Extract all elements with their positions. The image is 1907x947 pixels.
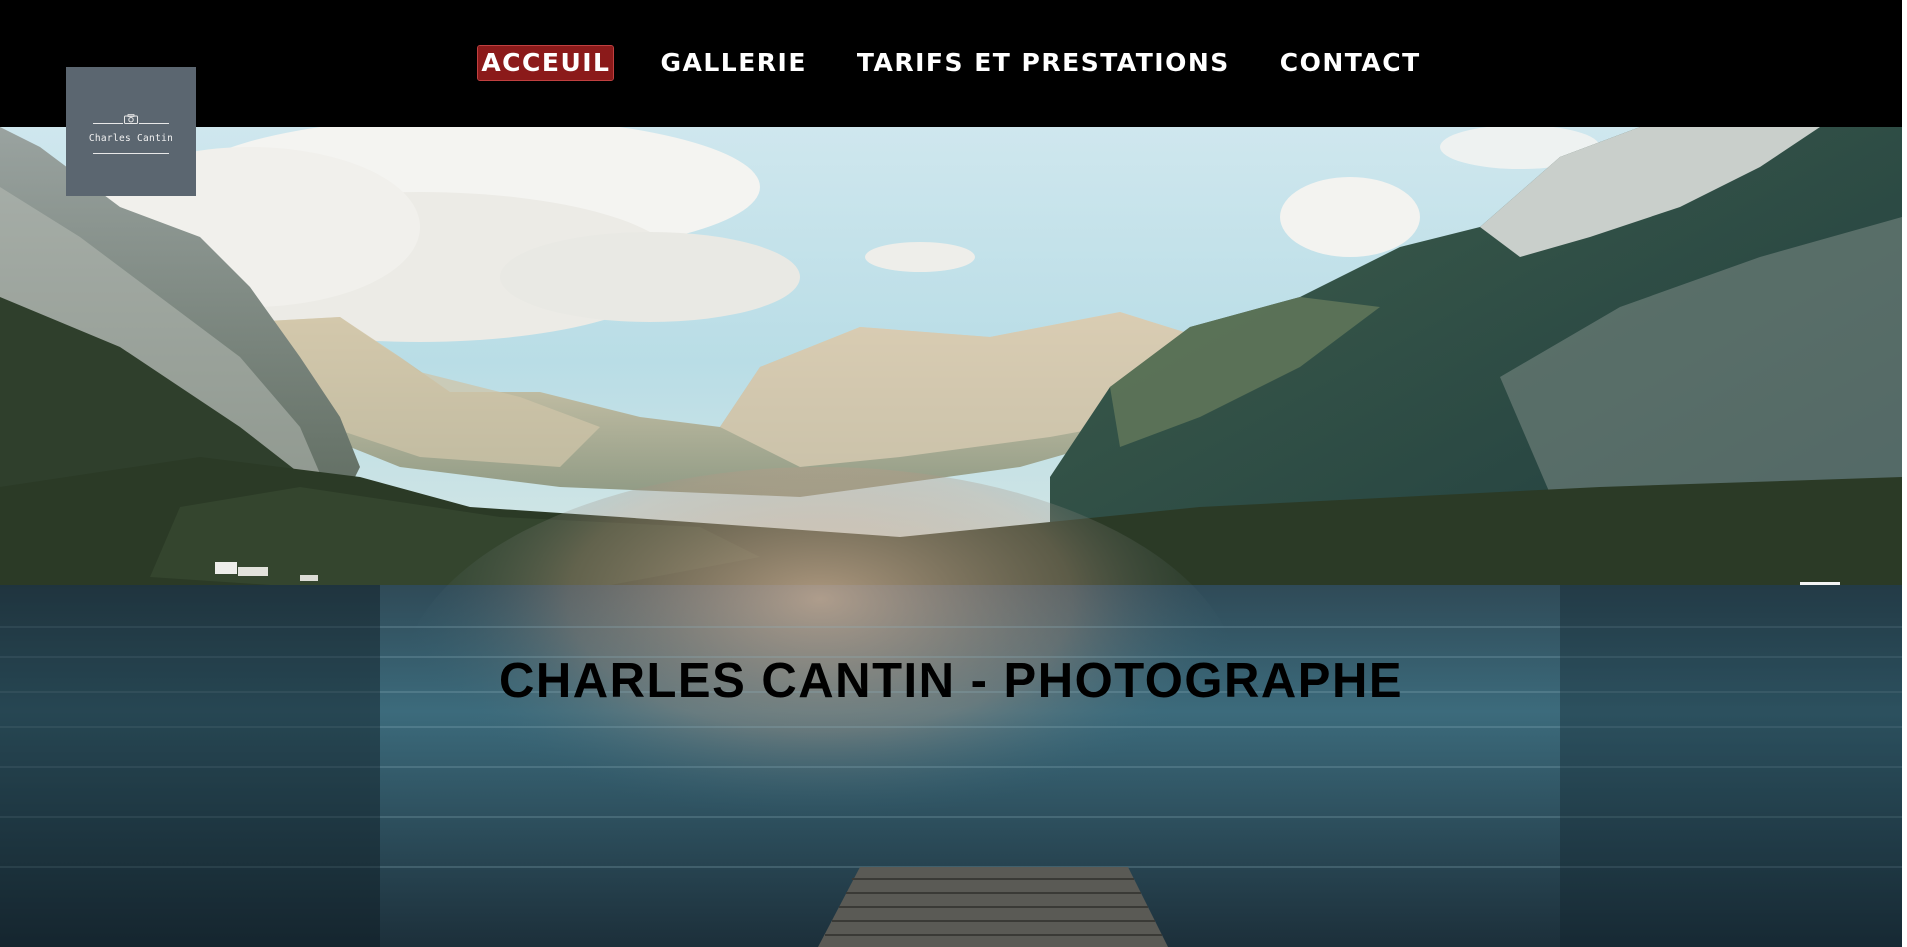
mountain-lake-photo [0,127,1902,947]
nav-item-acceuil[interactable]: ACCEUIL [477,45,615,81]
nav-item-tarifs-et-prestations[interactable]: TARIFS ET PRESTATIONS [854,46,1233,80]
logo-divider [93,123,123,124]
logo-divider [139,123,169,124]
logo-text: Charles Cantin [88,133,174,144]
logo-divider [93,153,169,154]
main-nav: ACCEUIL GALLERIE TARIFS ET PRESTATIONS C… [0,45,1902,81]
hero-background-image: CHARLES CANTIN - PHOTOGRAPHE [0,127,1902,947]
scrollbar-gutter [1902,0,1907,947]
top-navbar: ACCEUIL GALLERIE TARIFS ET PRESTATIONS C… [0,0,1902,127]
site-logo[interactable]: Charles Cantin [66,67,196,196]
camera-icon [124,114,138,124]
page: CHARLES CANTIN - PHOTOGRAPHE ACCEUIL GAL… [0,0,1907,947]
nav-item-gallerie[interactable]: GALLERIE [657,46,809,80]
hero-title: CHARLES CANTIN - PHOTOGRAPHE [498,654,1404,708]
nav-item-contact[interactable]: CONTACT [1277,46,1424,80]
